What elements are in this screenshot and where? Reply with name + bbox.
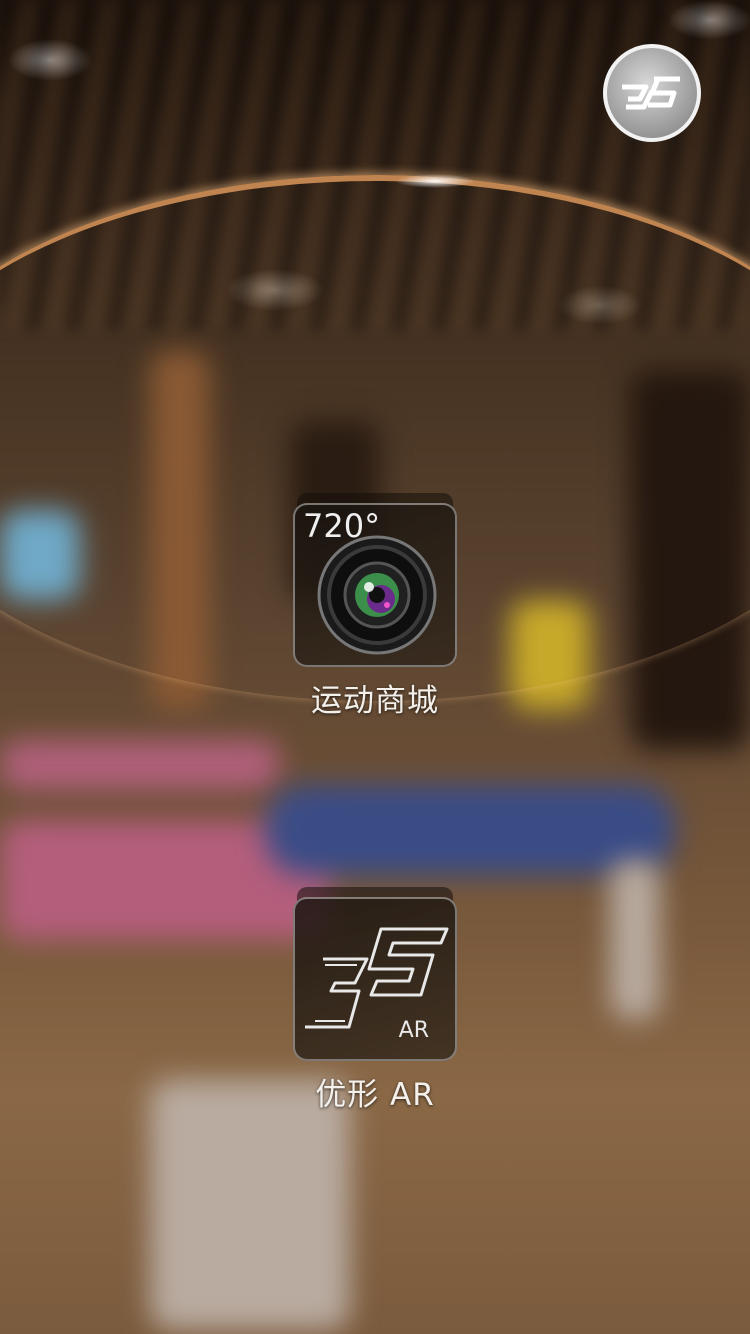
badge-ar: AR xyxy=(398,1018,429,1043)
app-sports-mall[interactable]: 720° 运动商城 xyxy=(293,503,457,720)
arc-highlight xyxy=(395,174,475,188)
logo-5g-icon xyxy=(622,76,680,110)
app-icon-720[interactable]: 720° xyxy=(293,503,457,667)
background-mat-1 xyxy=(0,740,280,790)
background-bench-leg-right xyxy=(610,860,660,1020)
logo-button[interactable] xyxy=(603,44,701,142)
app-youxing-ar[interactable]: AR 优形 AR xyxy=(293,897,457,1114)
background-bench-seat xyxy=(265,785,675,875)
background-bench-leg xyxy=(150,1080,350,1330)
camera-lens-icon xyxy=(317,535,437,655)
app-icon-ar[interactable]: AR xyxy=(293,897,457,1061)
app-label-sports-mall: 运动商城 xyxy=(311,683,439,719)
app-label-youxing-ar: 优形 AR xyxy=(315,1077,435,1113)
logo-5g-outline-icon xyxy=(305,927,449,1029)
home-screen: 720° 运动商城 AR 优形 AR xyxy=(0,0,750,1334)
